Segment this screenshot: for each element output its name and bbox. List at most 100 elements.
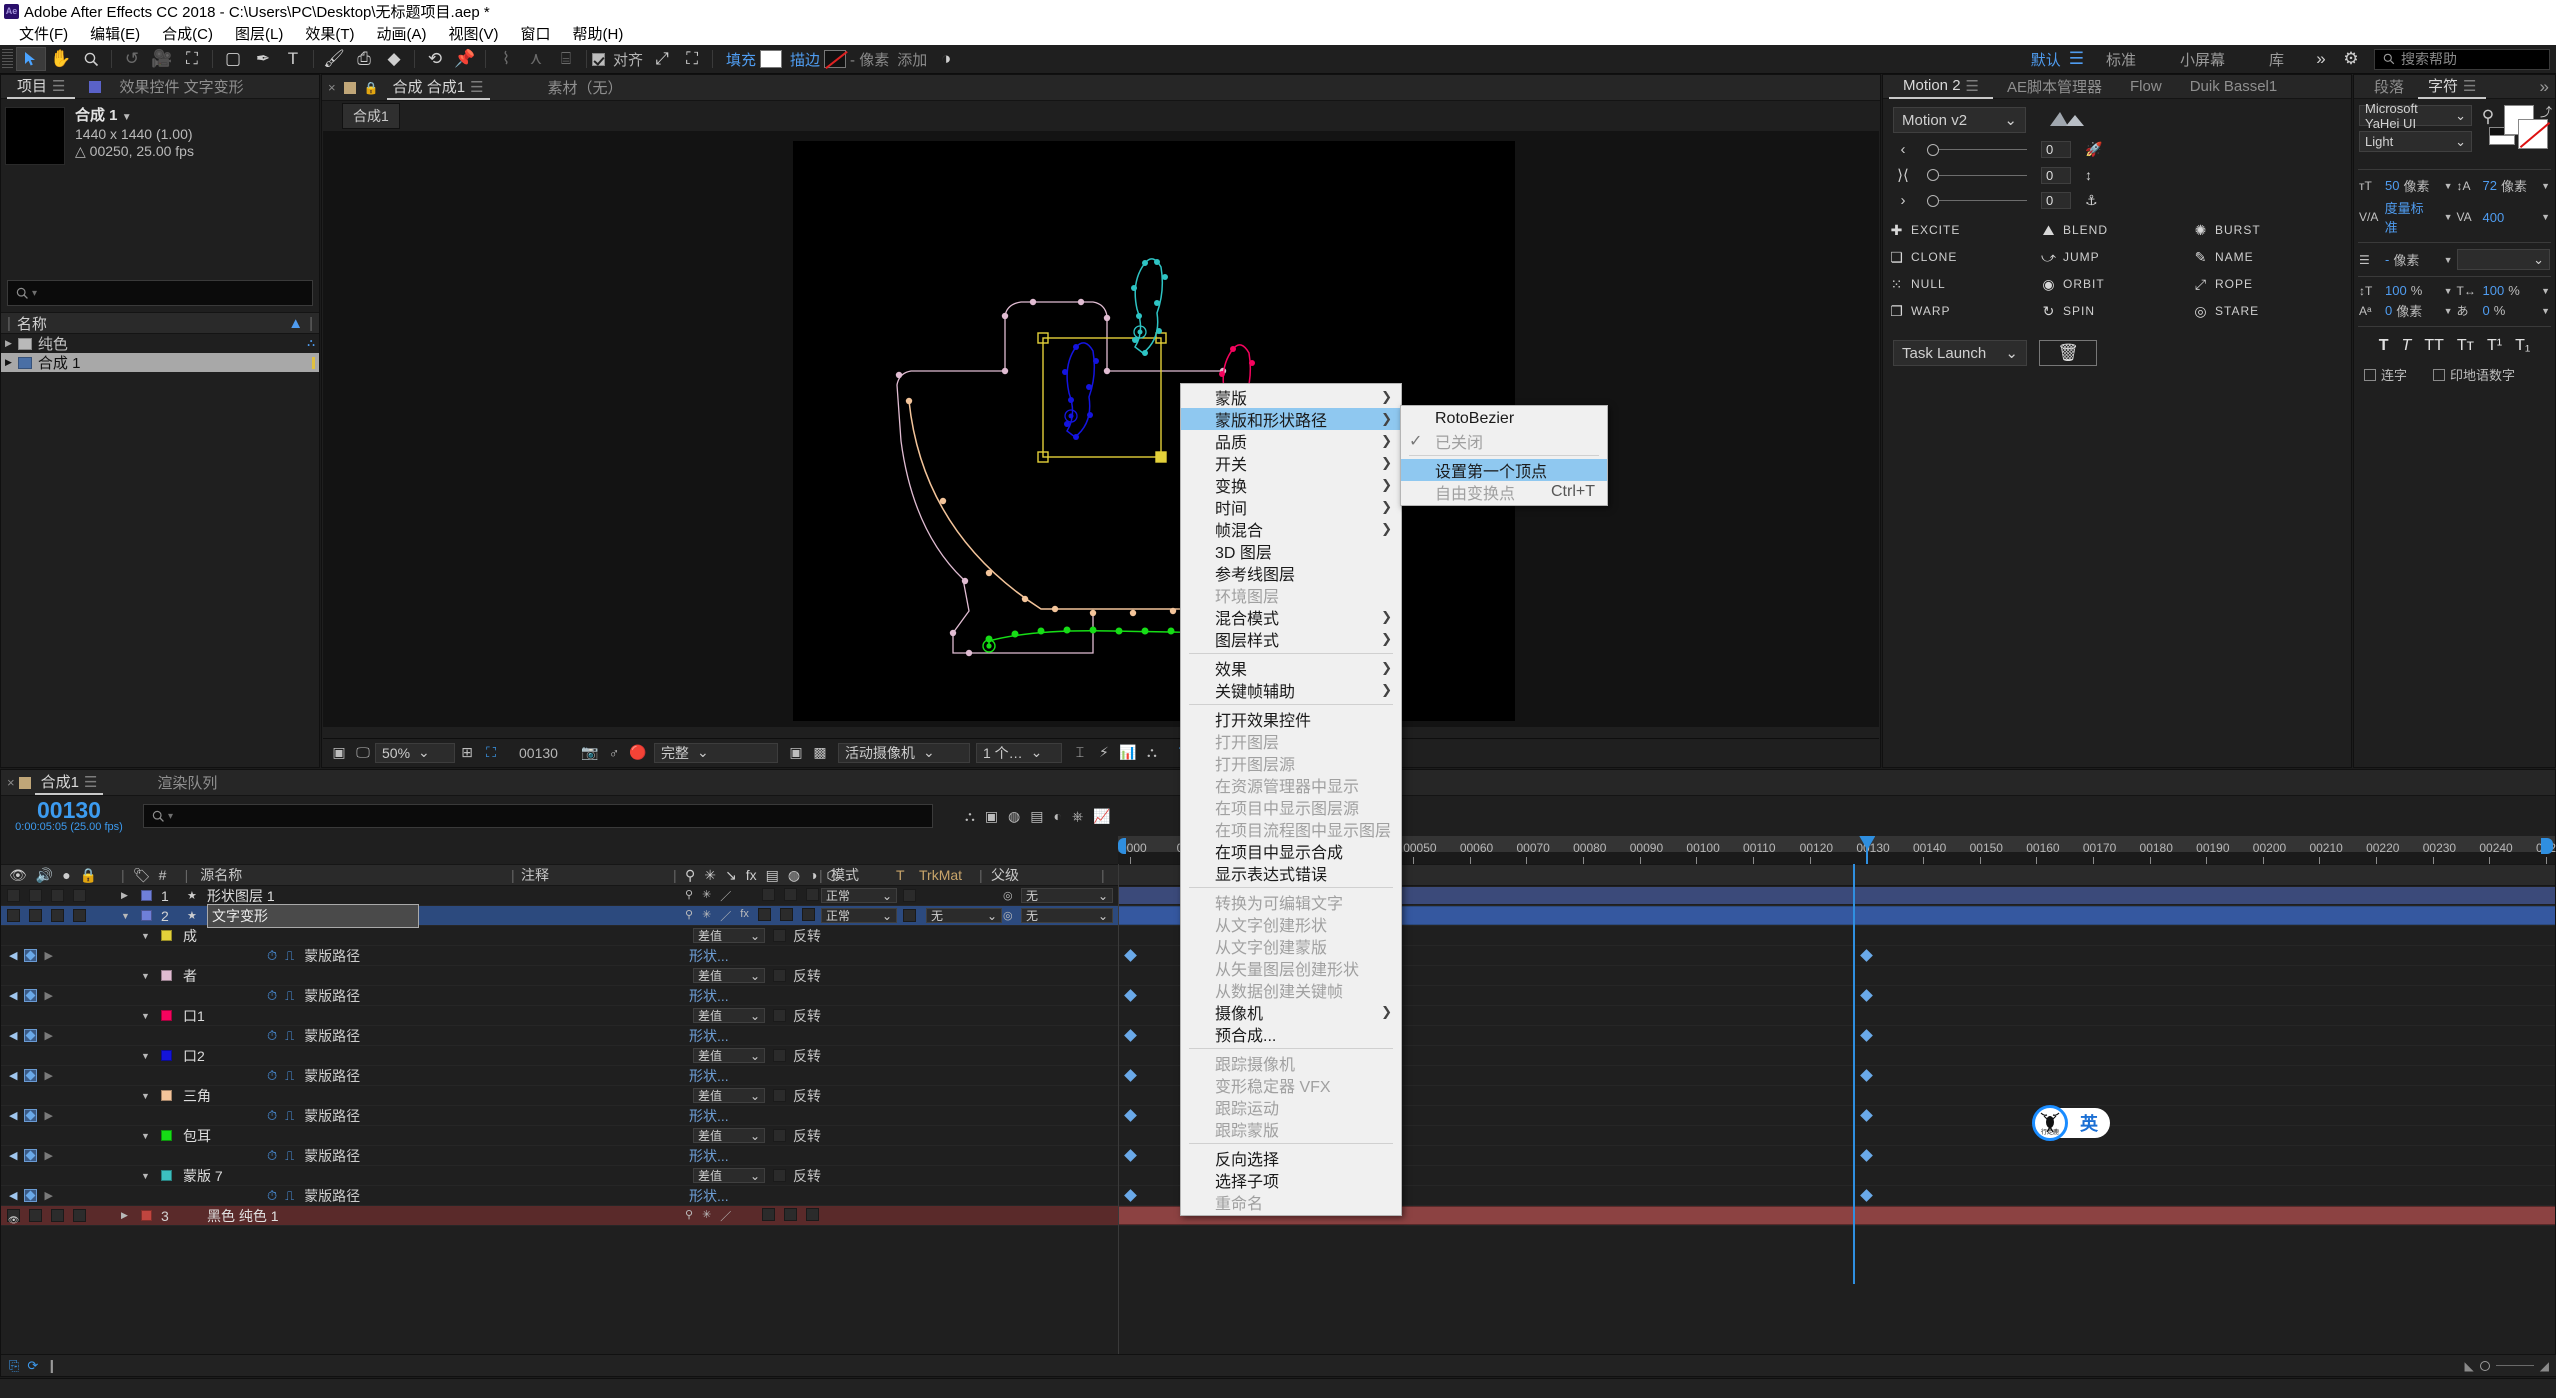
keyframe[interactable] [1124,1109,1137,1122]
fill-swatch[interactable] [760,50,783,68]
disclosure-triangle-icon[interactable]: ▶ [121,890,141,901]
hide-shy-icon[interactable]: ◍ [1008,808,1020,825]
eraser-tool[interactable]: ◆ [379,47,409,71]
clone-stamp-tool[interactable]: ⎙ [349,47,379,71]
mode-column-header[interactable]: 模式 [831,865,859,885]
prev-keyframe-icon[interactable]: ◀ [9,1029,17,1042]
mask-mode-select[interactable]: 差值 ⌄ [693,1128,765,1143]
timeline-zoom-slider[interactable]: ◣ ◢ [2465,1359,2549,1373]
composition-stage[interactable] [323,131,1879,727]
trkmat-select[interactable]: 无 ⌄ [926,908,1002,923]
brainstorm-icon[interactable]: ⎈ [1072,808,1083,825]
mask-mode-select[interactable]: 差值 ⌄ [693,1008,765,1023]
mask-invert-checkbox[interactable] [773,929,786,942]
graph-icon[interactable]: ⎍ [285,1188,294,1204]
motion-slider-value-0[interactable]: 0 [2041,141,2071,158]
layer-name-input[interactable]: 文字变形 [207,903,419,928]
mask-disclosure-icon[interactable]: ▼ [141,931,161,941]
stopwatch-icon[interactable]: ⏱ [267,1188,277,1204]
graph-icon[interactable]: ⎍ [285,948,294,964]
motion-button-rope[interactable]: ⤢ ROPE [2193,271,2345,297]
chevron-down-icon[interactable]: ▼ [2541,286,2550,296]
disclosure-triangle-icon[interactable]: ▶ [5,338,12,349]
motion-slider-0[interactable] [1927,143,2027,157]
tab-timeline-comp[interactable]: 合成1 ☰ [34,771,104,795]
mask-label-color[interactable] [161,1169,172,1181]
panel-menu-icon[interactable]: ☰ [52,77,65,95]
puppet-starch-tool[interactable]: ⌇ [491,47,521,71]
menu-item-7[interactable]: 窗口 [509,21,561,46]
threed-toggle[interactable] [806,887,820,901]
add-menu-icon[interactable]: ◑ [931,47,961,71]
mask-mode-select[interactable]: 差值 ⌄ [693,968,765,983]
fast-previews-icon[interactable]: ⚡ [1092,743,1116,763]
frame-blend-toggle[interactable] [762,1207,776,1221]
next-keyframe-icon[interactable]: ▶ [44,1189,52,1202]
context-menu-item[interactable]: 3D 图层 [1181,540,1401,562]
current-time-indicator[interactable] [1859,836,1876,864]
chevron-down-icon[interactable]: ▼ [2444,286,2453,296]
context-menu-item[interactable]: 从文字创建蒙版 [1181,935,1401,957]
workspace-menu-icon[interactable]: ☰ [2069,49,2084,69]
mask-disclosure-icon[interactable]: ▼ [141,1091,161,1101]
motion-button-excite[interactable]: ✚ EXCITE [1889,217,2041,243]
search-dropdown-icon[interactable]: ▾ [32,288,37,299]
property-name[interactable]: 蒙版路径 [304,1106,360,1126]
audio-toggle[interactable] [29,889,42,902]
mask-shape-path-submenu[interactable]: RotoBezier ✓ 已关闭 设置第一个顶点 自由变换点 Ctrl+T [1400,405,1608,506]
timeline-search-input[interactable]: ▾ [143,804,933,828]
context-menu-item[interactable]: 在项目中显示图层源 [1181,796,1401,818]
menu-item-0[interactable]: 文件(F) [8,21,79,46]
mask-invert-checkbox[interactable] [773,1089,786,1102]
preserve-transparency-toggle[interactable] [903,909,916,922]
region-of-interest-icon[interactable]: ⛶ [479,743,503,763]
workspace-1[interactable]: 标准 [2084,49,2158,70]
eye-toggle[interactable] [7,889,20,902]
motion-slider-2[interactable] [1927,194,2027,208]
sort-ascending-icon[interactable]: ▲ [288,315,303,332]
swap-colors-icon[interactable]: ⤴ [2540,103,2552,120]
lock-toggle[interactable] [73,909,86,922]
trash-icon[interactable]: 🗑 [2039,340,2097,366]
lock-icon[interactable]: 🔒 [364,81,379,95]
context-menu-item[interactable]: 关键帧辅助 ❯ [1181,679,1401,701]
context-menu-item[interactable]: 在项目流程图中显示图层 [1181,818,1401,840]
menu-item-5[interactable]: 动画(A) [365,21,437,46]
parent-pick-icon[interactable]: ⚲ [685,908,693,924]
motion-blur-icon[interactable]: ◐ [1054,808,1062,825]
stroke-width-field[interactable]: ☰ - 像素 ▼ [2359,250,2453,269]
mask-name[interactable]: 成 [183,926,197,946]
motion-slider-value-1[interactable]: 0 [2041,166,2071,184]
pen-tool[interactable]: ✒ [248,47,278,71]
context-menu-item[interactable]: 选择子项 [1181,1169,1401,1191]
baseline-shift-field[interactable]: Aᵃ 0 像素 ▼ [2359,301,2453,320]
parent-select[interactable]: 无 ⌄ [1021,908,1113,923]
motion-tab-1[interactable]: AE脚本管理器 [1993,75,2116,99]
motion-tab-0[interactable]: Motion 2 ☰ [1889,75,1993,99]
lock-toggle[interactable] [73,1209,86,1222]
shy-icon[interactable]: ✳ [702,888,711,904]
chevron-down-icon[interactable]: ▼ [2541,212,2550,222]
font-size-field[interactable]: ᴛT 50 像素 ▼ [2359,176,2453,195]
puppet-pin-tool[interactable]: 📌 [450,47,480,71]
next-keyframe-icon[interactable]: ▶ [44,989,52,1002]
workspace-overflow-icon[interactable]: » [2306,47,2336,71]
char-style-button-3[interactable]: Tт [2457,337,2474,355]
timeline-close-icon[interactable]: × [7,775,15,790]
stopwatch-icon[interactable]: ⏱ [267,948,277,964]
draft-3d-icon[interactable]: ▣ [985,808,998,825]
zoom-select[interactable]: 50% ⌄ [375,742,455,763]
layer-switches[interactable]: ⚲ ✳ ／ fx [685,907,815,924]
vertical-scale-field[interactable]: ↕T 100% ▼ [2359,283,2453,298]
menu-item-8[interactable]: 帮助(H) [562,21,635,46]
tab-composition[interactable]: 合成 合成1 ☰ [386,76,490,100]
motion-button-warp[interactable]: ❐ WARP [1889,298,2041,324]
eye-toggle[interactable]: 👁 [7,1209,20,1225]
motion-blur-toggle[interactable] [784,1207,798,1221]
motion-button-jump[interactable]: ⤻ JUMP [2041,244,2193,270]
keyframe[interactable] [1124,989,1137,1002]
comment-column-header[interactable]: 注释 [521,865,549,885]
leading-field[interactable]: ↕A 72 像素 ▼ [2457,176,2551,195]
threed-toggle[interactable] [806,1207,820,1221]
keyframe[interactable] [1124,1189,1137,1202]
